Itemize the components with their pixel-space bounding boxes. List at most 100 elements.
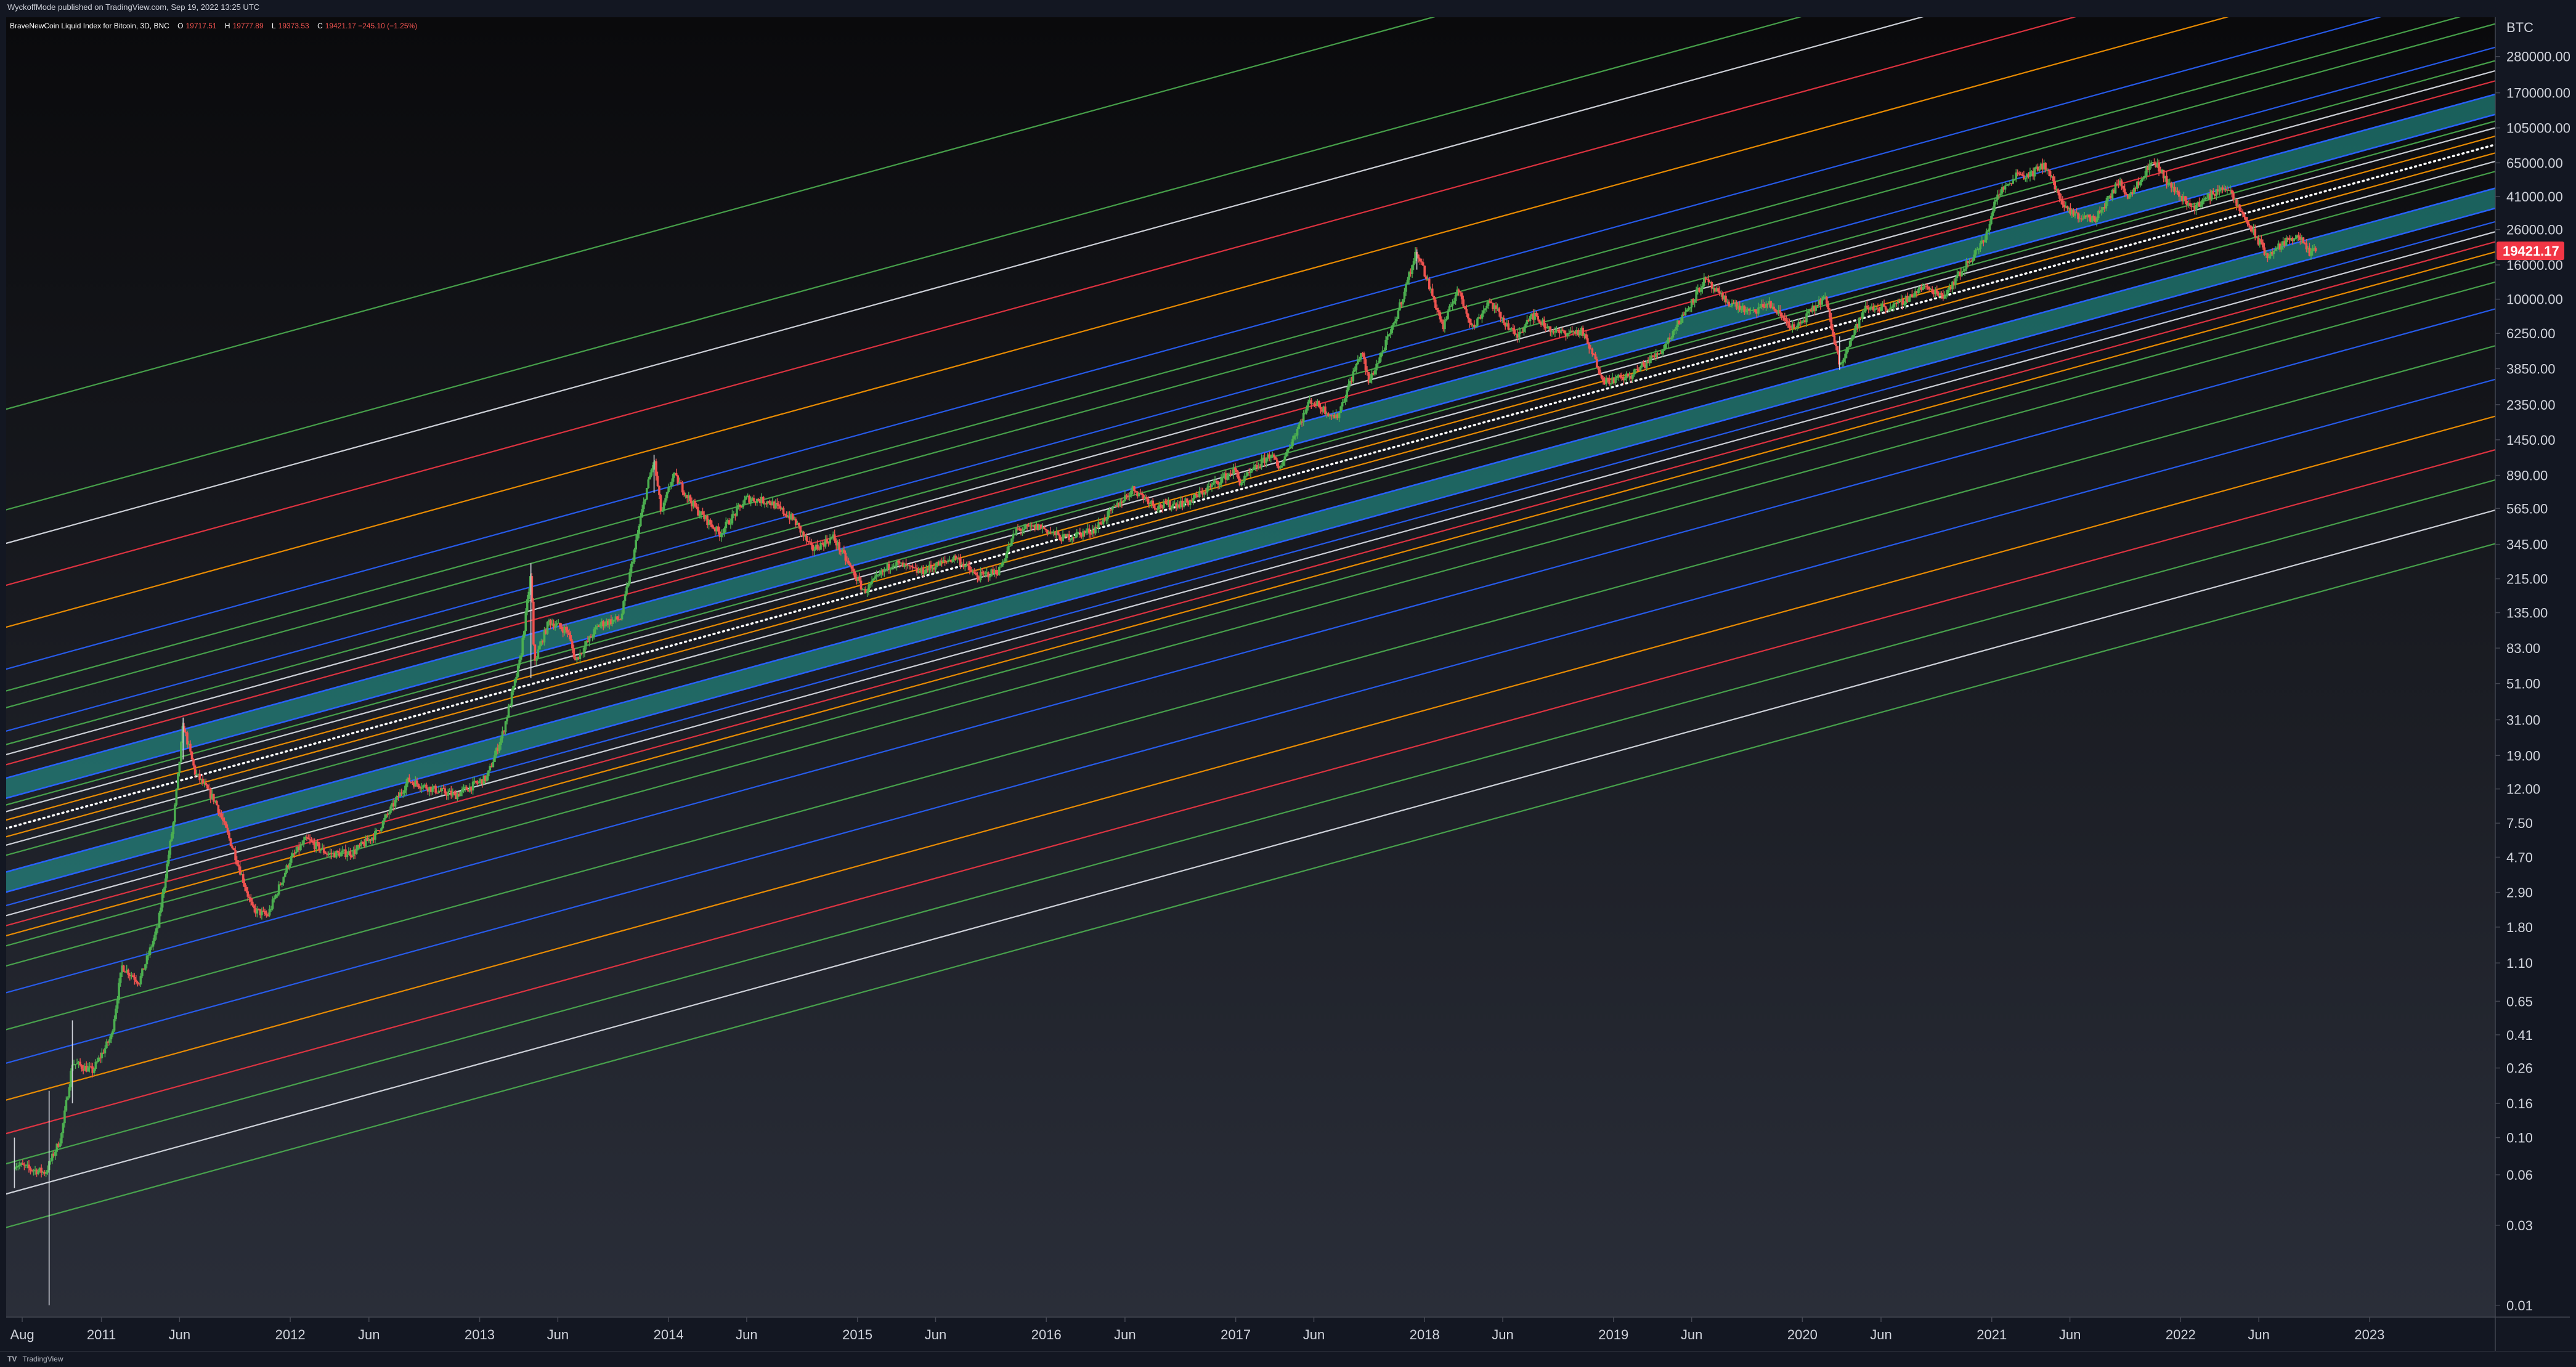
candle-body — [161, 894, 164, 908]
candle-body — [1664, 344, 1667, 349]
candle-body — [2057, 189, 2060, 193]
price-tick-label: 65000.00 — [2506, 155, 2563, 171]
candle-body — [282, 877, 285, 883]
candle-body — [29, 1168, 32, 1170]
candle-body — [293, 853, 296, 854]
candle-body — [336, 851, 339, 853]
candle-body — [220, 813, 223, 818]
chart-frame: WyckoffMode published on TradingView.com… — [0, 0, 2576, 1367]
candle-body — [1687, 308, 1690, 310]
price-axis[interactable]: BTC 280000.00 170000.00 105000.00 65000.00 41… — [2495, 20, 2570, 1313]
candle-body — [1597, 367, 1600, 370]
candle-body — [969, 566, 971, 570]
tradingview-logo-icon[interactable]: TV — [7, 1352, 17, 1366]
candle-body — [2153, 162, 2156, 164]
candle-body — [988, 576, 991, 578]
candle-body — [145, 955, 148, 965]
time-tick-label: 2015 — [842, 1327, 872, 1342]
candle-body — [1457, 290, 1460, 291]
candle-body — [1079, 532, 1081, 533]
candle-body — [148, 947, 152, 955]
candle-body — [1291, 439, 1294, 447]
candle-body — [1912, 296, 1915, 298]
candle-body — [1609, 383, 1612, 385]
candle-body — [1751, 310, 1753, 311]
legend-low-label: L — [271, 22, 276, 30]
time-axis[interactable]: Aug 2011 Jun 2012 Jun 2013 Jun 2014 Jun 2015 Jun 20… — [10, 1317, 2384, 1342]
candle-body — [2249, 225, 2252, 229]
candle-body — [717, 526, 720, 532]
candle-body — [59, 1143, 62, 1147]
candle-body — [1068, 534, 1070, 540]
candle-body — [791, 514, 794, 519]
candle-body — [1206, 487, 1209, 493]
candle-body — [2033, 167, 2036, 177]
candle-body — [1524, 324, 1527, 328]
candle-body — [147, 955, 150, 956]
candle-body — [1546, 327, 1549, 328]
candle-body — [1437, 309, 1440, 312]
candle-body — [560, 627, 563, 629]
time-tick-label: Jun — [169, 1327, 190, 1342]
candle-body — [1851, 335, 1855, 339]
candle-body — [1021, 530, 1024, 532]
candle-body — [571, 641, 574, 649]
candle-body — [2285, 237, 2288, 246]
candle-body — [160, 907, 162, 913]
candle-body — [701, 511, 704, 515]
candle-body — [1832, 329, 1834, 336]
price-tick-label: 31.00 — [2506, 712, 2540, 728]
candle-body — [270, 909, 272, 910]
candle-body — [1599, 370, 1601, 375]
candle-body — [911, 566, 914, 567]
candle-body — [591, 636, 594, 638]
candle-body — [725, 521, 728, 529]
candle-body — [1836, 346, 1839, 352]
candle-body — [1754, 309, 1757, 312]
candle-body — [819, 543, 822, 550]
candle-body — [1459, 291, 1461, 293]
candle-body — [1579, 331, 1581, 336]
candle-body — [228, 832, 230, 838]
candle-body — [1596, 359, 1598, 368]
candle-body — [762, 497, 765, 504]
price-tick-label: 3850.00 — [2506, 361, 2556, 376]
candle-body — [115, 1008, 117, 1020]
candle-body — [175, 789, 178, 805]
candle-body — [1324, 406, 1327, 415]
candle-body — [1450, 306, 1452, 307]
candle-body — [1122, 500, 1125, 504]
candle-body — [1788, 323, 1791, 328]
chart-area[interactable]: BTC 280000.00 170000.00 105000.00 65000.00 41… — [6, 17, 2570, 1351]
candle-body — [1701, 286, 1704, 289]
candle-body — [1476, 318, 1479, 326]
candle-body — [1806, 311, 1810, 314]
candle-body — [1447, 310, 1449, 319]
candle-body — [2047, 169, 2050, 171]
candle-body — [1863, 311, 1866, 313]
candle-body — [2049, 171, 2052, 177]
candle-body — [1313, 403, 1316, 405]
candle-body — [1790, 327, 1792, 329]
candle-body — [810, 542, 813, 545]
candle-body — [92, 1069, 95, 1073]
candle-body — [1339, 406, 1342, 413]
candle-body — [2274, 249, 2277, 251]
candle-body — [2224, 189, 2227, 190]
candle-body — [632, 561, 634, 564]
candle-body — [2029, 171, 2031, 177]
candle-body — [1977, 249, 1980, 250]
candle-body — [656, 476, 659, 486]
candle-body — [1782, 316, 1785, 318]
price-chart-svg[interactable]: BTC 280000.00 170000.00 105000.00 65000.00 41… — [6, 17, 2570, 1351]
candle-body — [518, 659, 521, 666]
candle-body — [594, 627, 597, 630]
candle-body — [394, 800, 397, 807]
price-tick-label: 0.03 — [2506, 1218, 2533, 1233]
candle-body — [417, 784, 420, 787]
candle-body — [661, 510, 664, 512]
time-tick-label: Jun — [2248, 1327, 2269, 1342]
candle-body — [749, 500, 752, 503]
candle-body — [104, 1048, 107, 1053]
candle-body — [1434, 299, 1437, 308]
